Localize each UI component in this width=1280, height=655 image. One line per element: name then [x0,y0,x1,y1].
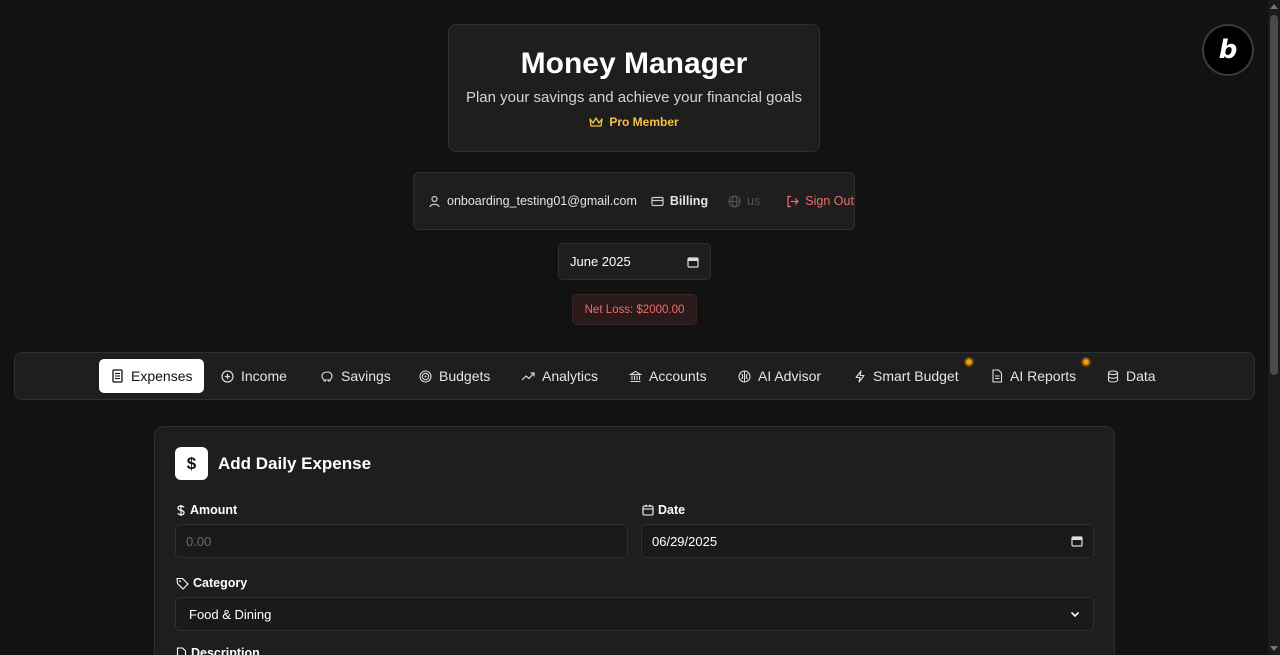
globe-icon [728,194,741,208]
piggy-bank-icon [321,370,333,382]
language-label: us [747,194,761,208]
user-email-text: onboarding_testing01@gmail.com [447,194,637,208]
bank-icon [629,370,642,382]
date-label-text: Date [658,503,686,517]
target-icon [419,369,432,383]
category-label: Category [176,576,247,590]
trending-up-icon [521,371,535,380]
card-header: $ Add Daily Expense [175,447,371,480]
billing-label: Billing [669,194,709,208]
sign-out-icon [787,195,800,207]
net-loss-badge: Net Loss: $2000.00 [572,294,697,325]
date-value: 06/29/2025 [652,533,718,549]
description-label-text: Description [191,646,260,655]
calendar-picker-icon[interactable] [1071,535,1083,547]
new-feature-dot [964,357,974,367]
amount-placeholder: 0.00 [186,533,212,549]
main-tab-bar: Expenses Income Savings Budgets Analytic… [14,352,1255,400]
user-bar: onboarding_testing01@gmail.com Billing u… [413,172,855,230]
scroll-down-arrow[interactable] [1270,646,1278,651]
calendar-icon[interactable] [687,256,699,268]
tab-label: Income [241,368,287,384]
file-text-icon [176,646,187,655]
category-value: Food & Dining [189,606,272,622]
bolt-b-icon: b [1218,35,1238,65]
date-input[interactable]: 06/29/2025 [641,524,1094,558]
crown-icon [589,117,603,127]
dollar-sign-icon [177,504,185,516]
tab-budgets[interactable]: Budgets [407,359,502,393]
tab-data[interactable]: Data [1095,359,1168,393]
scrollbar-thumb[interactable] [1270,15,1278,375]
tab-ai-reports[interactable]: AI Reports [979,357,1091,393]
amount-input[interactable]: 0.00 [175,524,628,558]
category-select[interactable]: Food & Dining [175,597,1094,631]
pro-member-badge: Pro Member [589,115,679,129]
tag-icon [176,577,189,590]
plus-circle-icon [221,369,234,383]
tab-label: Expenses [131,368,193,384]
language-selector[interactable]: us [728,194,760,208]
month-picker-value: June 2025 [570,254,631,269]
user-email: onboarding_testing01@gmail.com [428,194,637,208]
credit-card-icon [651,196,664,206]
net-loss-text: Net Loss: $2000.00 [584,303,685,316]
header-card: Money Manager Plan your savings and achi… [448,24,820,152]
tab-expenses[interactable]: Expenses [99,359,205,393]
bolt-badge-logo[interactable]: b [1202,24,1254,76]
tab-analytics[interactable]: Analytics [509,359,610,393]
zap-icon [855,369,865,383]
brain-icon [738,369,751,383]
tab-label: Accounts [649,368,707,384]
description-label: Description [176,646,260,655]
add-expense-card: $ Add Daily Expense Amount 0.00 Date 06/… [154,426,1115,655]
tab-smart-budget[interactable]: Smart Budget [842,357,974,393]
database-icon [1107,369,1119,383]
tab-label: Smart Budget [873,368,959,384]
file-text-icon [992,369,1003,383]
billing-button[interactable]: Billing [651,194,708,208]
tab-label: AI Advisor [758,368,822,384]
amount-label-text: Amount [190,503,238,517]
app-title: Money Manager [520,47,748,80]
new-feature-dot [1081,357,1091,367]
tab-label: Analytics [542,368,599,384]
sign-out-button[interactable]: Sign Out [786,194,854,208]
user-icon [429,195,440,207]
card-heading: Add Daily Expense [218,453,372,473]
dollar-icon: $ [175,447,208,480]
sign-out-label: Sign Out [805,194,854,208]
tab-label: Budgets [439,368,491,384]
tab-income[interactable]: Income [209,359,299,393]
chevron-down-icon [1070,611,1080,617]
category-label-text: Category [193,576,248,590]
tab-accounts[interactable]: Accounts [617,359,719,393]
tab-label: AI Reports [1010,368,1077,384]
calendar-icon [642,504,654,516]
page-scrollbar[interactable] [1268,0,1280,655]
tab-savings[interactable]: Savings [308,359,403,393]
month-picker[interactable]: June 2025 [558,243,711,280]
scroll-up-arrow[interactable] [1270,4,1278,9]
receipt-icon [112,369,123,383]
date-label: Date [642,503,685,517]
tab-label: Data [1126,368,1156,384]
tab-label: Savings [341,368,391,384]
pro-member-label: Pro Member [609,115,679,129]
app-subtitle: Plan your savings and achieve your finan… [465,89,803,106]
amount-label: Amount [176,503,237,517]
tab-ai-advisor[interactable]: AI Advisor [726,359,833,393]
